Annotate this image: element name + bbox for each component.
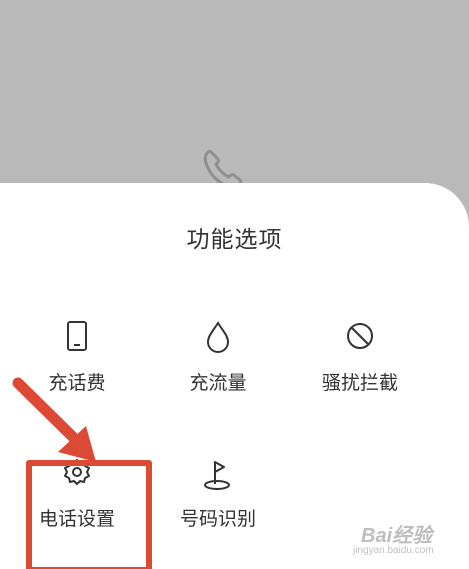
block-icon bbox=[347, 323, 373, 349]
sheet-title: 功能选项 bbox=[186, 227, 283, 253]
option-recharge-data[interactable]: 充流量 bbox=[148, 318, 288, 395]
highlight-box bbox=[26, 460, 152, 569]
phone-device-icon bbox=[67, 321, 87, 351]
watermark-url: jingyan.baidu.com bbox=[353, 545, 434, 556]
option-label: 充流量 bbox=[189, 372, 247, 394]
option-recharge-credit[interactable]: 充话费 bbox=[7, 318, 147, 395]
watermark-logo: Bai经验 jingyan.baidu.com bbox=[351, 515, 463, 563]
water-drop-icon bbox=[206, 321, 230, 353]
option-harassment-block[interactable]: 骚扰拦截 bbox=[290, 318, 430, 395]
screen: 功能选项 充话费 充流量 骚扰拦截 电话设置 号码识别 Bai经验 jingya… bbox=[0, 0, 469, 569]
option-label: 号码识别 bbox=[179, 508, 256, 530]
option-label: 充话费 bbox=[48, 372, 106, 394]
location-pin-icon bbox=[204, 461, 230, 490]
option-label: 骚扰拦截 bbox=[321, 372, 398, 394]
option-number-recognition[interactable]: 号码识别 bbox=[148, 454, 288, 531]
watermark-brand: Bai经验 bbox=[361, 525, 433, 547]
